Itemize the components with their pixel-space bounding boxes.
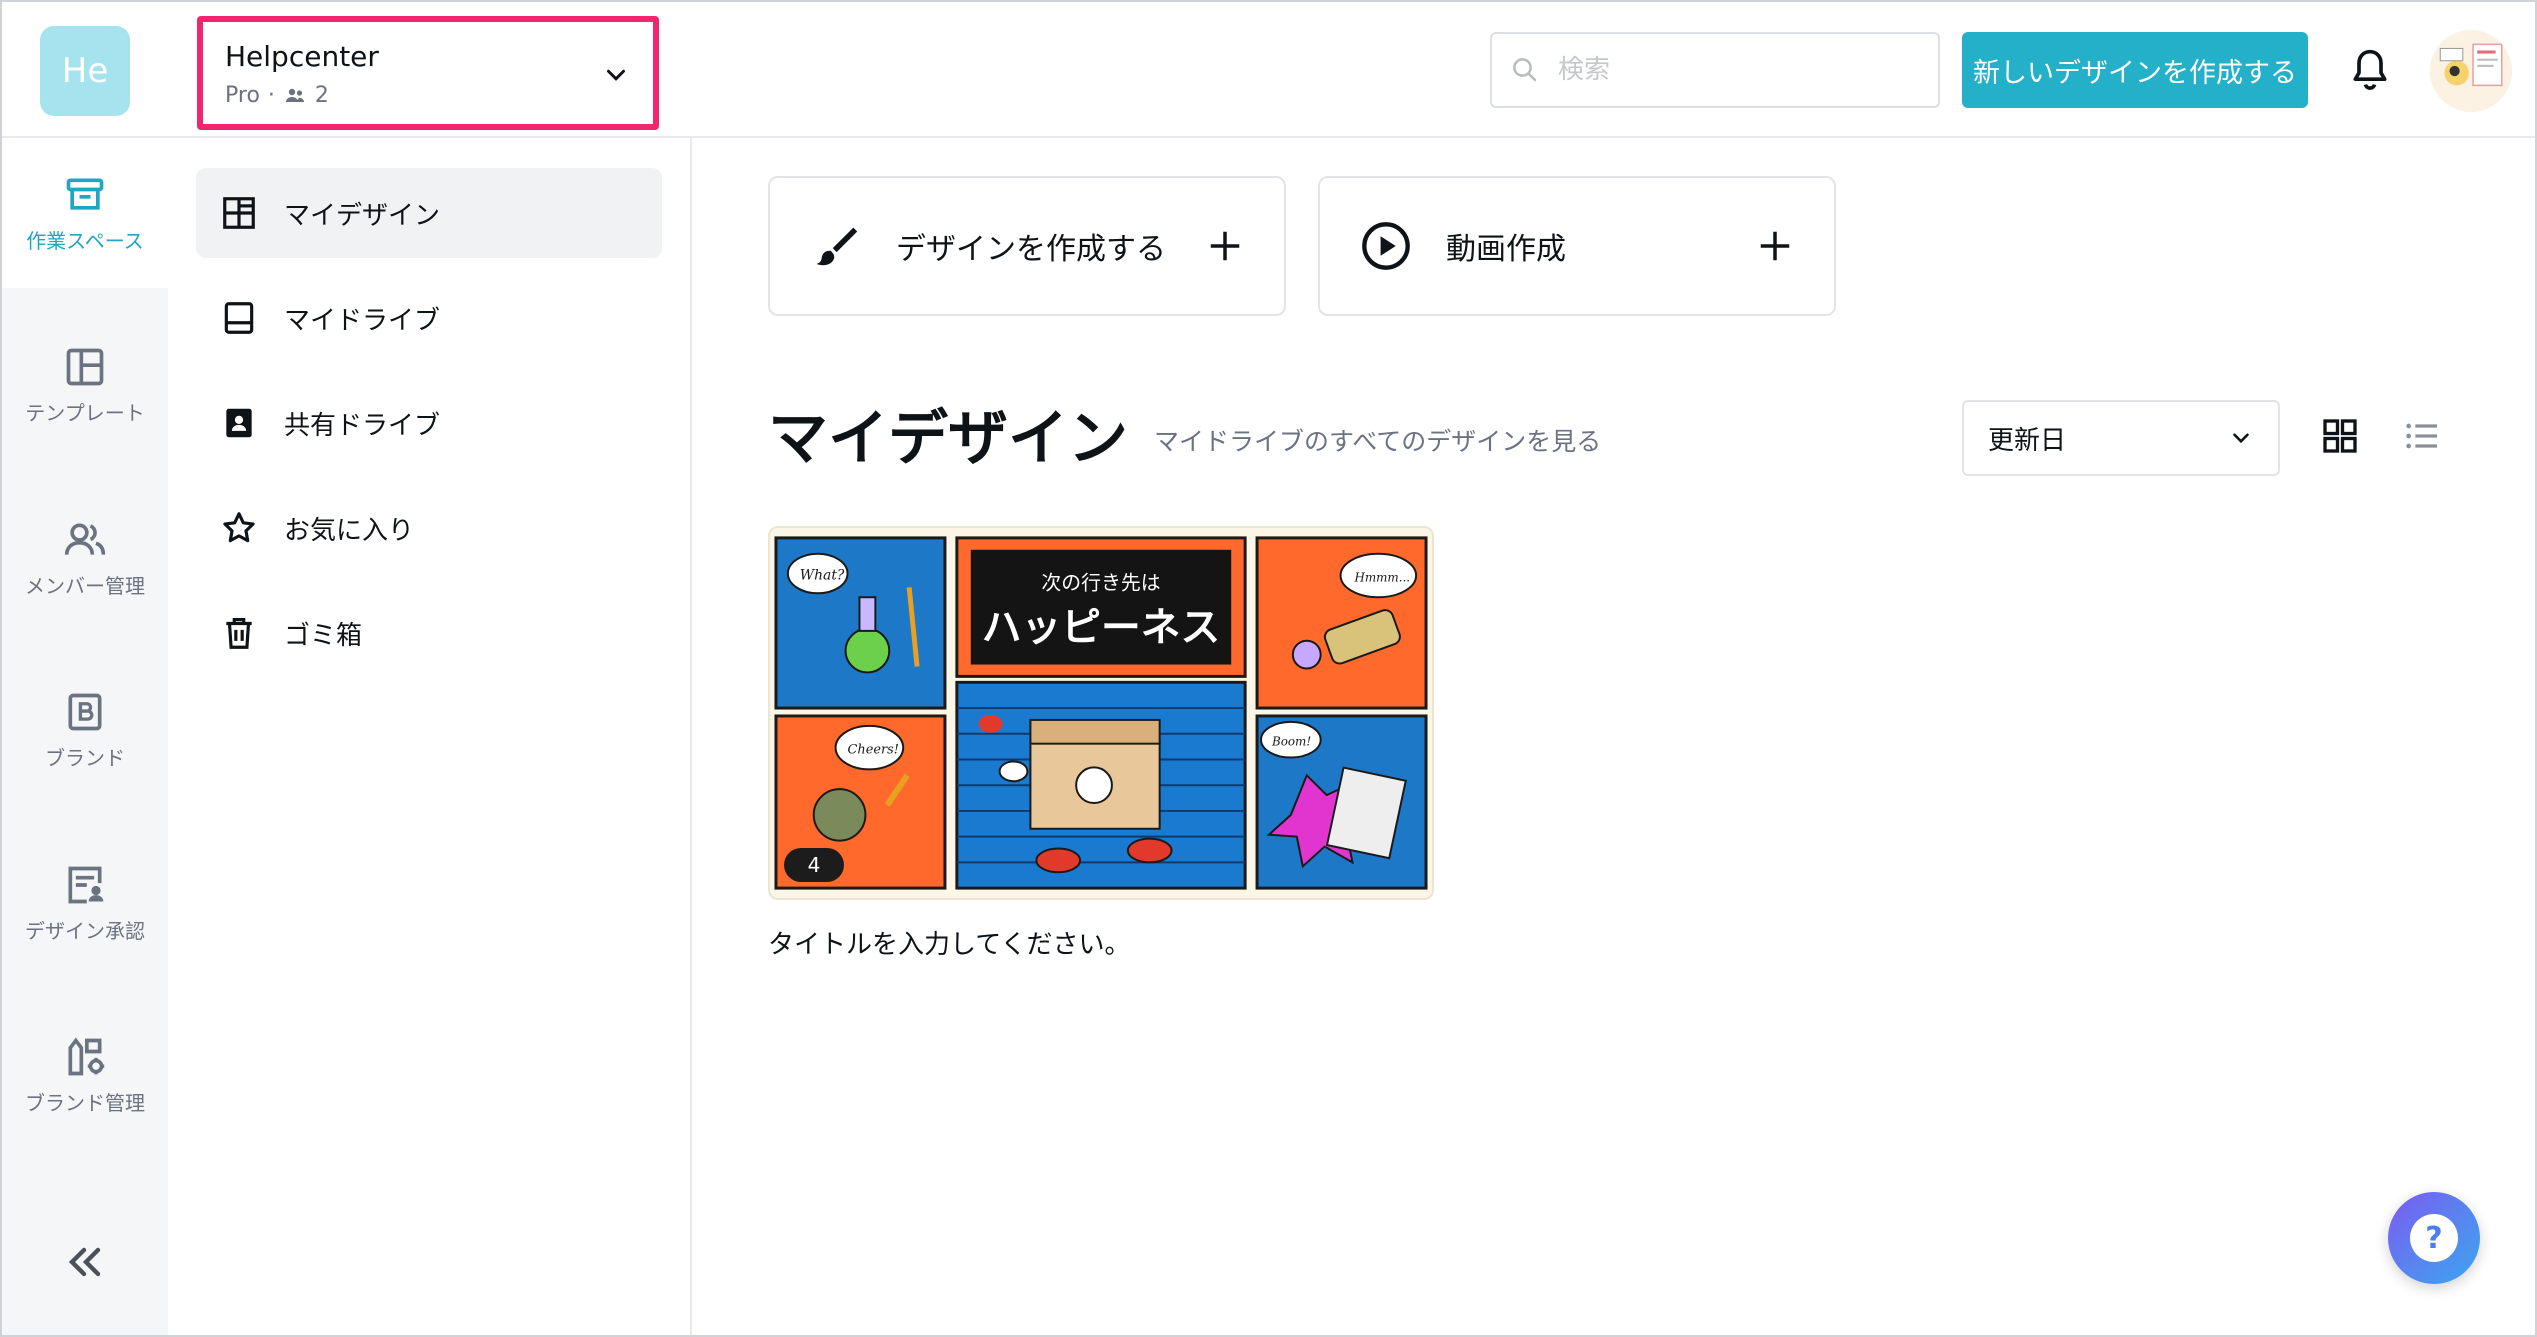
rail-label-approval: デザイン承認 — [25, 918, 145, 943]
sidebar-item-shared-drive[interactable]: 共有ドライブ — [196, 378, 662, 468]
grid-view-icon[interactable] — [2320, 416, 2360, 456]
members-icon — [285, 88, 304, 102]
plus-icon — [1760, 231, 1790, 261]
rail-item-brand[interactable]: ブランド — [2, 655, 168, 805]
approval-icon — [68, 866, 104, 903]
sidebar-item-label: マイデザイン — [284, 200, 441, 231]
collapse-sidebar-icon[interactable] — [60, 1238, 108, 1286]
sidebar-item-my-designs[interactable]: マイデザイン — [196, 168, 662, 258]
rail-item-approval[interactable]: デザイン承認 — [2, 828, 168, 978]
bubble-boom: Boom! — [1271, 735, 1311, 749]
star-icon — [223, 512, 255, 543]
thumbnail-line1: 次の行き先は — [1041, 571, 1160, 594]
bell-icon[interactable] — [2348, 46, 2392, 94]
app-window: He Helpcenter Pro · 2 新しいデザインを作成する — [0, 0, 2537, 1337]
team-meta-separator: · — [267, 83, 275, 108]
brand-icon — [68, 693, 102, 730]
create-video-card[interactable]: 動画作成 — [1318, 176, 1836, 316]
people-icon — [64, 523, 106, 555]
sort-dropdown[interactable]: 更新日 — [1962, 400, 2280, 476]
page-count-badge: 4 — [784, 848, 844, 882]
avatar-image — [2430, 30, 2512, 112]
thumbnail-line2: ハッピーネス — [982, 605, 1220, 651]
rail-label-brand: ブランド — [45, 745, 125, 770]
sidebar-item-label: ゴミ箱 — [284, 620, 363, 651]
team-member-count: 2 — [314, 83, 329, 108]
design-thumbnail[interactable]: What? 次の行き先は ハッピーネス Hmmm... Cheers! Boom… — [768, 526, 1434, 900]
create-video-label: 動画作成 — [1446, 232, 1566, 267]
search-box[interactable] — [1490, 32, 1940, 108]
rail-label-members: メンバー管理 — [25, 573, 145, 598]
sidebar-item-trash[interactable]: ゴミ箱 — [196, 588, 662, 678]
rail-item-workspace[interactable]: 作業スペース — [2, 138, 168, 288]
rail-item-members[interactable]: メンバー管理 — [2, 483, 168, 633]
search-input[interactable] — [1558, 55, 1918, 85]
sidebar-item-my-drive[interactable]: マイドライブ — [196, 273, 662, 363]
list-view-icon[interactable] — [2402, 416, 2442, 456]
bubble-cheers: Cheers! — [848, 743, 899, 758]
create-design-card[interactable]: デザインを作成する — [768, 176, 1286, 316]
create-design-button[interactable]: 新しいデザインを作成する — [1962, 32, 2308, 108]
sidebar-item-label: マイドライブ — [284, 305, 441, 336]
plus-icon — [1210, 231, 1240, 261]
team-name: Helpcenter — [225, 40, 379, 73]
sidebar-item-label: 共有ドライブ — [284, 410, 441, 441]
chevron-down-icon — [607, 69, 625, 81]
search-icon — [1513, 58, 1537, 82]
secondary-sidebar: マイデザイン マイドライブ 共有ドライブ お気に入り ゴミ箱 — [168, 138, 692, 1335]
left-rail: 作業スペース テンプレート メンバー管理 ブランド デザイン承認 ブランド管理 — [2, 138, 168, 1335]
rail-label-workspace: 作業スペース — [26, 228, 144, 253]
page-title: マイデザイン — [768, 404, 1128, 474]
play-circle-icon — [1362, 222, 1410, 270]
sort-selected-value: 更新日 — [1988, 425, 2067, 456]
drive-icon — [224, 302, 254, 334]
see-all-designs-link[interactable]: マイドライブのすべてのデザインを見る — [1154, 422, 1601, 458]
brand-manage-icon — [68, 1036, 105, 1075]
chevron-down-icon — [2233, 433, 2249, 444]
shared-drive-icon — [226, 408, 252, 438]
rail-label-brand-manage: ブランド管理 — [25, 1090, 145, 1115]
sidebar-item-label: お気に入り — [284, 515, 415, 546]
archive-icon — [66, 178, 104, 210]
team-switcher[interactable]: Helpcenter Pro · 2 — [197, 16, 659, 130]
help-button[interactable]: ? — [2388, 1192, 2480, 1284]
team-plan: Pro — [225, 83, 260, 108]
top-bar: He Helpcenter Pro · 2 新しいデザインを作成する — [2, 2, 2535, 138]
trash-icon — [226, 617, 252, 649]
team-logo[interactable]: He — [40, 26, 130, 116]
create-design-label: デザインを作成する — [896, 232, 1166, 267]
rail-label-templates: テンプレート — [25, 400, 145, 425]
rail-item-brand-manage[interactable]: ブランド管理 — [2, 1000, 168, 1150]
brush-icon — [816, 227, 858, 266]
question-icon: ? — [2410, 1214, 2458, 1262]
design-preview-image: What? 次の行き先は ハッピーネス Hmmm... Cheers! Boom… — [770, 528, 1432, 898]
bubble-hmmm: Hmmm... — [1353, 570, 1410, 584]
rail-item-templates[interactable]: テンプレート — [2, 310, 168, 460]
template-icon — [66, 348, 104, 385]
grid-layout-icon — [223, 197, 255, 229]
avatar[interactable] — [2430, 30, 2512, 112]
sidebar-item-favorites[interactable]: お気に入り — [196, 483, 662, 573]
design-title[interactable]: タイトルを入力してください。 — [768, 924, 1130, 961]
bubble-what: What? — [800, 567, 845, 583]
team-meta: Pro · 2 — [225, 83, 631, 108]
